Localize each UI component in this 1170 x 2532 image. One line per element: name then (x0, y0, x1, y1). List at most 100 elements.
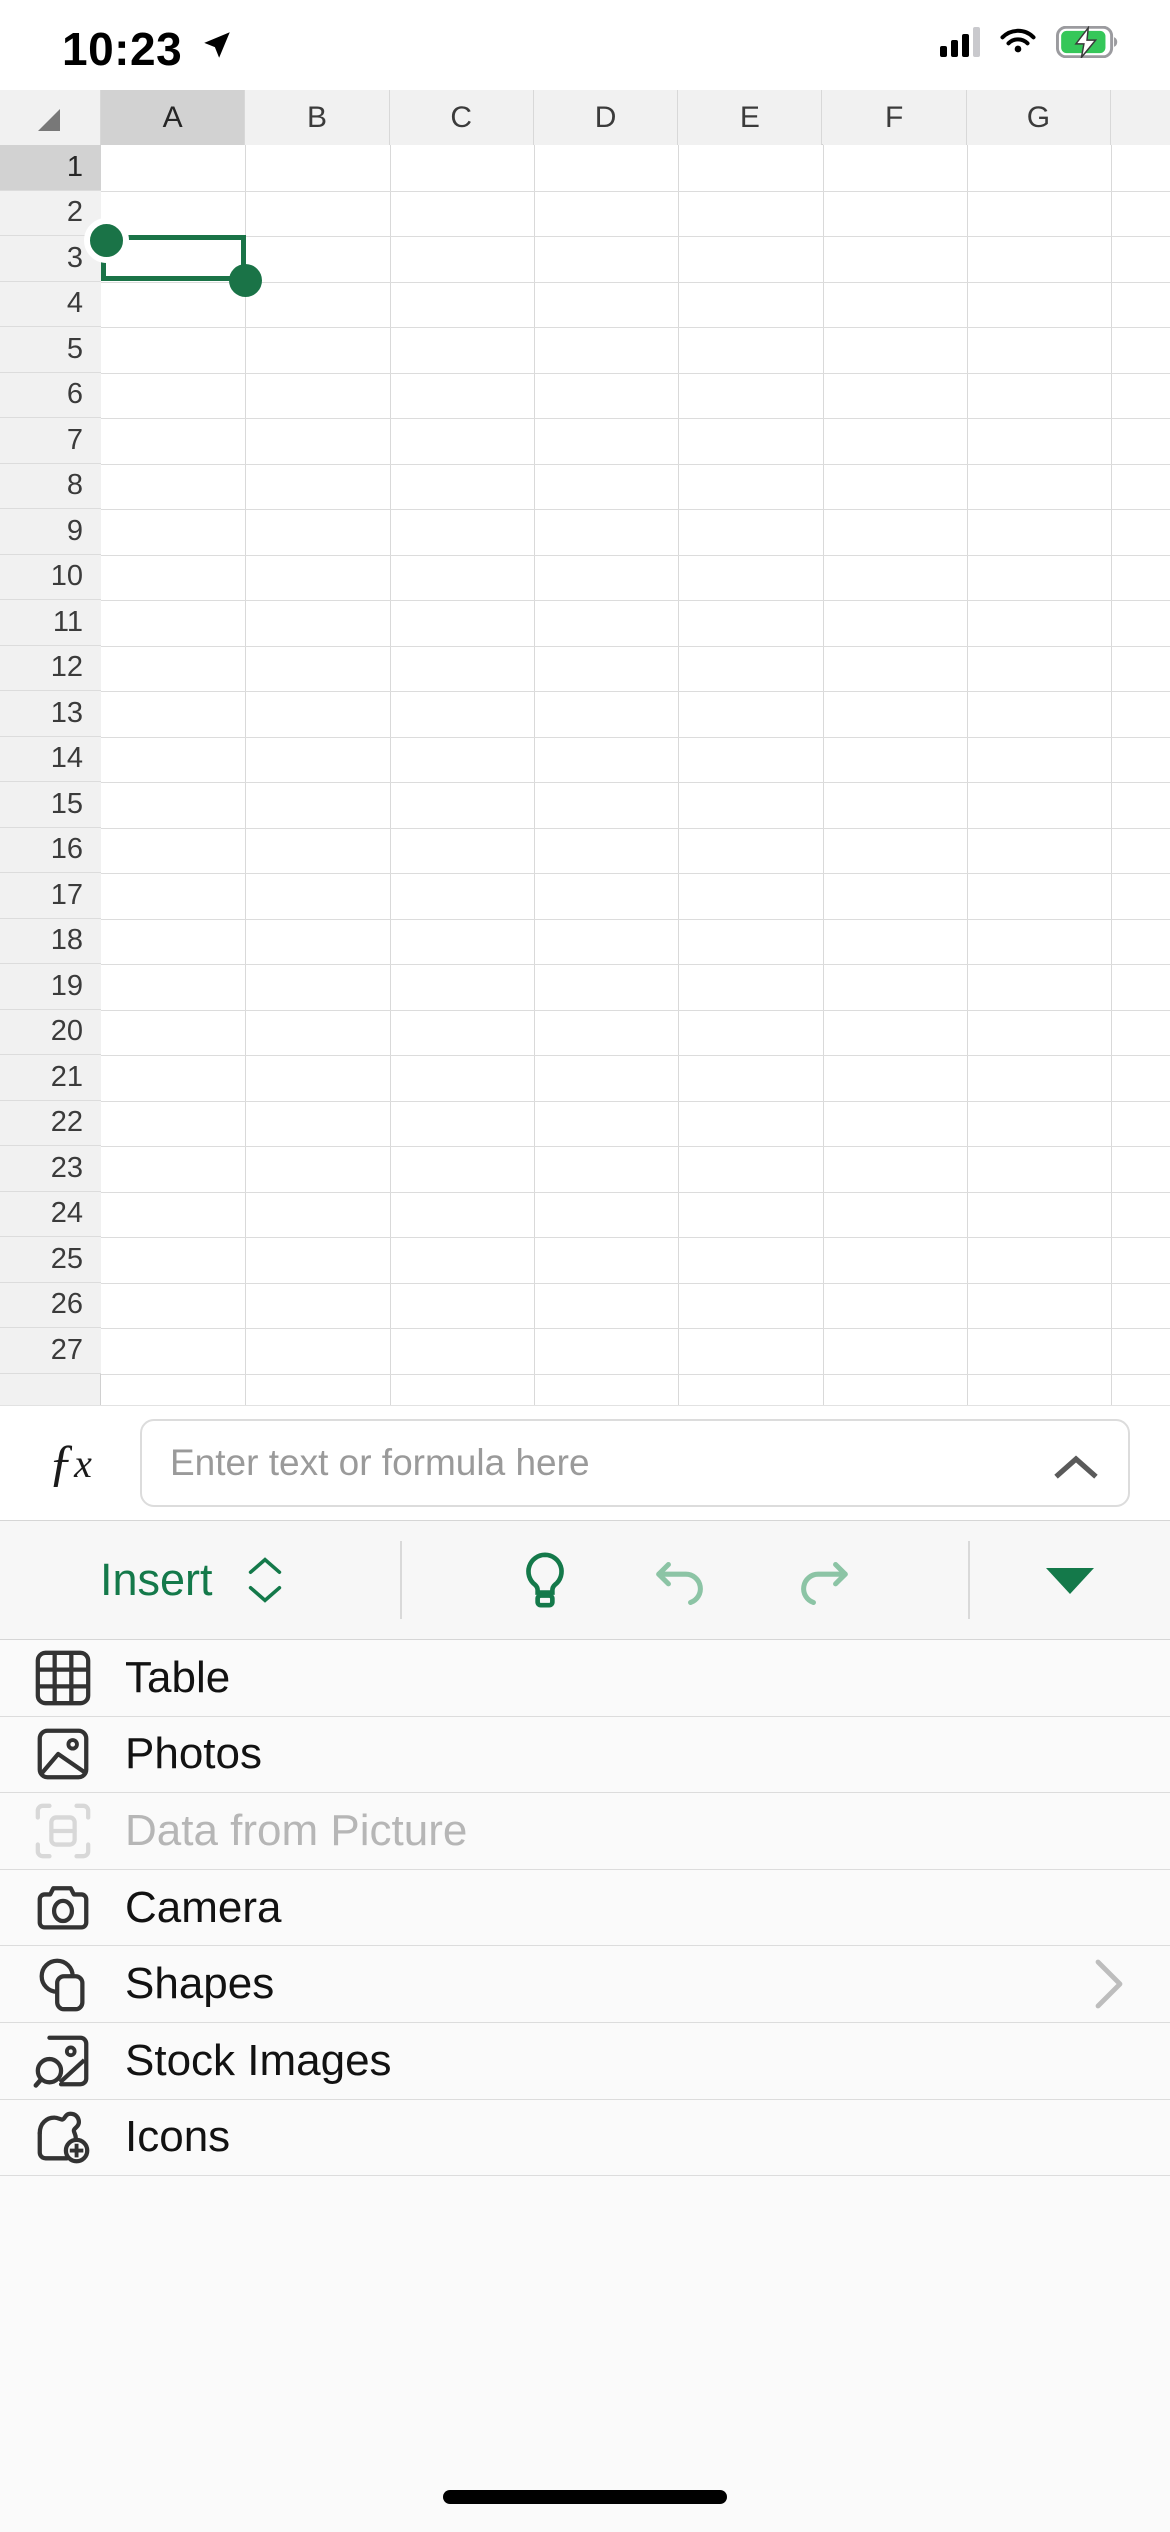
insert-menu-item-label: Icons (125, 2112, 231, 2162)
redo-icon[interactable] (791, 1549, 853, 1611)
row-header-26[interactable]: 26 (0, 1282, 101, 1328)
formula-input[interactable]: Enter text or formula here (140, 1419, 1130, 1507)
grid-row-line (101, 964, 1170, 965)
lightbulb-icon[interactable] (517, 1549, 573, 1611)
row-header-24[interactable]: 24 (0, 1191, 101, 1237)
location-arrow-icon (200, 28, 234, 67)
undo-icon[interactable] (651, 1549, 713, 1611)
column-header-e[interactable]: E (678, 90, 823, 145)
column-header-f[interactable]: F (822, 90, 967, 145)
row-header-25[interactable]: 25 (0, 1237, 101, 1283)
selection-handle-top-left[interactable] (84, 218, 129, 263)
insert-menu-item-shapes[interactable]: Shapes (0, 1946, 1170, 2023)
grid-row-line (101, 918, 1170, 920)
row-header-15[interactable]: 15 (0, 782, 101, 828)
row-header-6[interactable]: 6 (0, 372, 101, 418)
column-header-d[interactable]: D (533, 90, 679, 145)
row-header-17[interactable]: 17 (0, 873, 101, 919)
ribbon-tab-selector[interactable]: Insert (0, 1520, 400, 1640)
grid-row-line (101, 554, 1170, 556)
status-bar-indicators (940, 26, 1118, 58)
row-header-11[interactable]: 11 (0, 600, 101, 646)
row-header-20[interactable]: 20 (0, 1009, 101, 1055)
row-header-18[interactable]: 18 (0, 918, 101, 964)
row-header-9[interactable]: 9 (0, 509, 101, 555)
grid-row-line (101, 418, 1170, 419)
insert-menu-item-label: Photos (125, 1729, 262, 1779)
row-header-10[interactable]: 10 (0, 554, 101, 600)
column-header-row: ABCDEFG (0, 90, 1170, 145)
row-header-23[interactable]: 23 (0, 1146, 101, 1192)
row-header-16[interactable]: 16 (0, 827, 101, 873)
grid-row-line (101, 509, 1170, 510)
grid-row-line (101, 327, 1170, 328)
grid-row-line (101, 782, 1170, 783)
chevron-up-icon[interactable] (1052, 1451, 1100, 1488)
row-header-12[interactable]: 12 (0, 645, 101, 691)
formula-bar: ƒx Enter text or formula here (0, 1405, 1170, 1520)
column-header-b[interactable]: B (245, 90, 390, 145)
grid-column-line (822, 145, 824, 1405)
grid-cells[interactable] (101, 145, 1170, 1405)
grid-column-line (389, 145, 391, 1405)
row-header-21[interactable]: 21 (0, 1055, 101, 1101)
row-header-13[interactable]: 13 (0, 691, 101, 737)
insert-menu-item-icons[interactable]: Icons (0, 2099, 1170, 2177)
chevron-right-icon (1092, 1958, 1126, 2010)
row-header-4[interactable]: 4 (0, 281, 101, 327)
grid-row-line (101, 873, 1170, 874)
spreadsheet-grid[interactable]: ABCDEFG 1 2 3 4 5 6 7 8 9 10 11 12 13 14 15 16 17 18 19 20 2… (0, 90, 1170, 1405)
grid-column-line (678, 145, 680, 1405)
insert-menu-item-stock-images[interactable]: Stock Images (0, 2023, 1170, 2100)
home-indicator-bar (443, 2490, 727, 2504)
insert-menu-item-table[interactable]: Table (0, 1640, 1170, 1717)
grid-row-line (101, 645, 1170, 647)
row-header-14[interactable]: 14 (0, 736, 101, 782)
row-header-27[interactable]: 27 (0, 1328, 101, 1374)
column-header-h-partial[interactable] (1111, 90, 1170, 145)
row-header-7[interactable]: 7 (0, 418, 101, 464)
grid-row-line (101, 1282, 1170, 1284)
icons-sticker-icon (0, 2106, 125, 2168)
shapes-icon (0, 1953, 125, 2015)
insert-menu-list[interactable]: Table Photos Data from Picture Camera Shapes… (0, 1640, 1170, 2532)
wifi-icon (1000, 28, 1036, 53)
column-header-a[interactable]: A (101, 90, 246, 145)
grid-row-line (101, 1328, 1170, 1329)
grid-row-line (101, 1009, 1170, 1011)
ribbon-tab-stepper[interactable] (247, 1554, 283, 1606)
insert-menu-item-label: Data from Picture (125, 1805, 468, 1855)
scan-data-icon (0, 1800, 125, 1862)
column-header-c[interactable]: C (389, 90, 534, 145)
insert-menu-item-photos[interactable]: Photos (0, 1716, 1170, 1794)
insert-menu-item-camera[interactable]: Camera (0, 1869, 1170, 1947)
ribbon-collapse-button[interactable] (970, 1560, 1170, 1600)
status-bar: 10:23 (0, 0, 1170, 90)
column-header-g[interactable]: G (966, 90, 1112, 145)
status-bar-time: 10:23 (62, 23, 183, 75)
camera-icon (0, 1877, 125, 1939)
photo-image-icon (0, 1723, 125, 1785)
battery-charging-icon (1056, 26, 1118, 58)
row-header-5[interactable]: 5 (0, 327, 101, 373)
grid-row-line (101, 827, 1170, 829)
grid-row-line (101, 691, 1170, 692)
grid-row-line (101, 236, 1170, 237)
row-header-19[interactable]: 19 (0, 964, 101, 1010)
grid-row-line (101, 1055, 1170, 1056)
grid-column-line (966, 145, 968, 1405)
row-header-8[interactable]: 8 (0, 463, 101, 509)
fx-function-icon[interactable]: ƒx (0, 1434, 140, 1493)
chevron-up-icon (248, 1557, 281, 1574)
grid-row-line (101, 1373, 1170, 1375)
table-grid-icon (0, 1647, 125, 1709)
row-header-22[interactable]: 22 (0, 1100, 101, 1146)
grid-row-line (101, 1146, 1170, 1147)
toolbar-actions (402, 1549, 968, 1611)
row-header-1[interactable]: 1 (0, 145, 101, 191)
insert-menu-item-data-from-picture: Data from Picture (0, 1793, 1170, 1870)
selection-handle-bottom-right[interactable] (229, 264, 262, 297)
select-all-corner-icon[interactable] (0, 90, 101, 145)
cellular-signal-icon (940, 27, 980, 57)
grid-row-line (101, 190, 1170, 192)
